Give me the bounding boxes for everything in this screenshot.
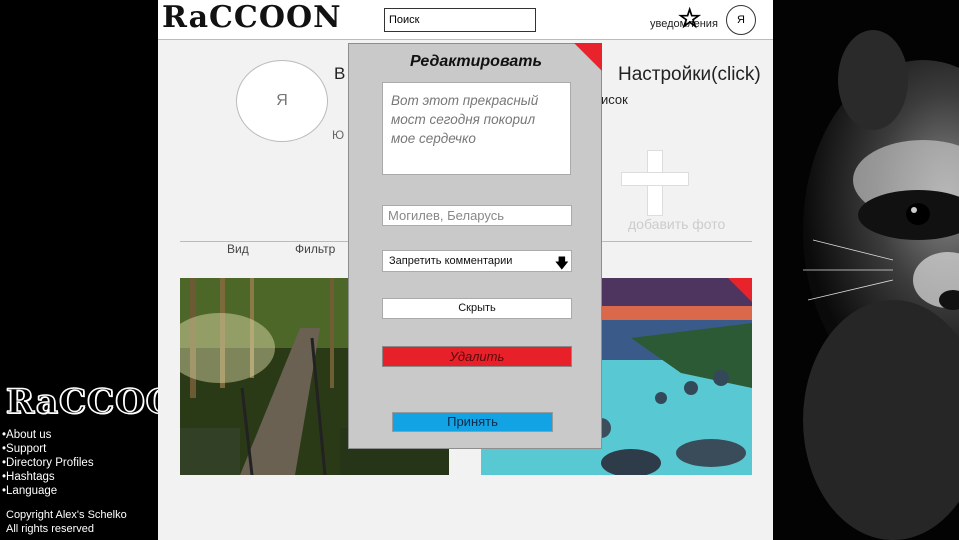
- copyright-text: Copyright Alex's Schelko All rights rese…: [6, 509, 127, 535]
- modal-title: Редактировать: [409, 53, 543, 70]
- tab-view[interactable]: Вид: [227, 242, 249, 256]
- comments-dropdown-label: Запретить комментарии: [389, 255, 513, 267]
- star-icon[interactable]: ☆: [677, 3, 701, 34]
- search-input[interactable]: [384, 8, 536, 32]
- delete-button[interactable]: Удалить: [382, 346, 572, 367]
- raccoon-image: [773, 0, 959, 540]
- add-photo-label[interactable]: добавить фото: [628, 216, 725, 232]
- top-header: RaCCOON уведомления ☆ Я: [158, 0, 773, 40]
- hide-button[interactable]: Скрыть: [382, 298, 572, 319]
- left-sidebar: RaCCOON •About us •Support •Directory Pr…: [0, 0, 208, 540]
- footer-links: •About us •Support •Directory Profiles •…: [2, 428, 94, 498]
- raccoon-art: [773, 0, 959, 540]
- settings-link[interactable]: Настройки(click): [618, 64, 761, 86]
- add-photo-icon-bar[interactable]: [621, 172, 689, 186]
- photo-corner-flag[interactable]: [728, 278, 752, 302]
- description-field[interactable]: Вот этот прекрасный мост сегодня покорил…: [382, 82, 571, 175]
- edit-photo-modal: Редактировать Вот этот прекрасный мост с…: [348, 43, 602, 449]
- header-avatar[interactable]: Я: [726, 5, 756, 35]
- list-link[interactable]: исок: [601, 92, 628, 107]
- profile-name: В: [334, 64, 346, 83]
- profile-subtitle: Ю: [332, 128, 345, 142]
- footer-link-hashtags[interactable]: •Hashtags: [2, 470, 94, 484]
- footer-link-language[interactable]: •Language: [2, 484, 94, 498]
- location-field[interactable]: Могилев, Беларусь: [382, 205, 572, 226]
- profile-avatar[interactable]: Я: [236, 60, 328, 142]
- app-logo[interactable]: RaCCOON: [162, 0, 342, 35]
- arrow-down-icon[interactable]: 🡇: [555, 253, 569, 277]
- footer-link-about[interactable]: •About us: [2, 428, 94, 442]
- footer-link-directory[interactable]: •Directory Profiles: [2, 456, 94, 470]
- accept-button[interactable]: Принять: [392, 412, 553, 432]
- footer-link-support[interactable]: •Support: [2, 442, 94, 456]
- comments-dropdown[interactable]: Запретить комментарии 🡇: [382, 250, 572, 272]
- tab-filter[interactable]: Фильтр: [295, 242, 335, 256]
